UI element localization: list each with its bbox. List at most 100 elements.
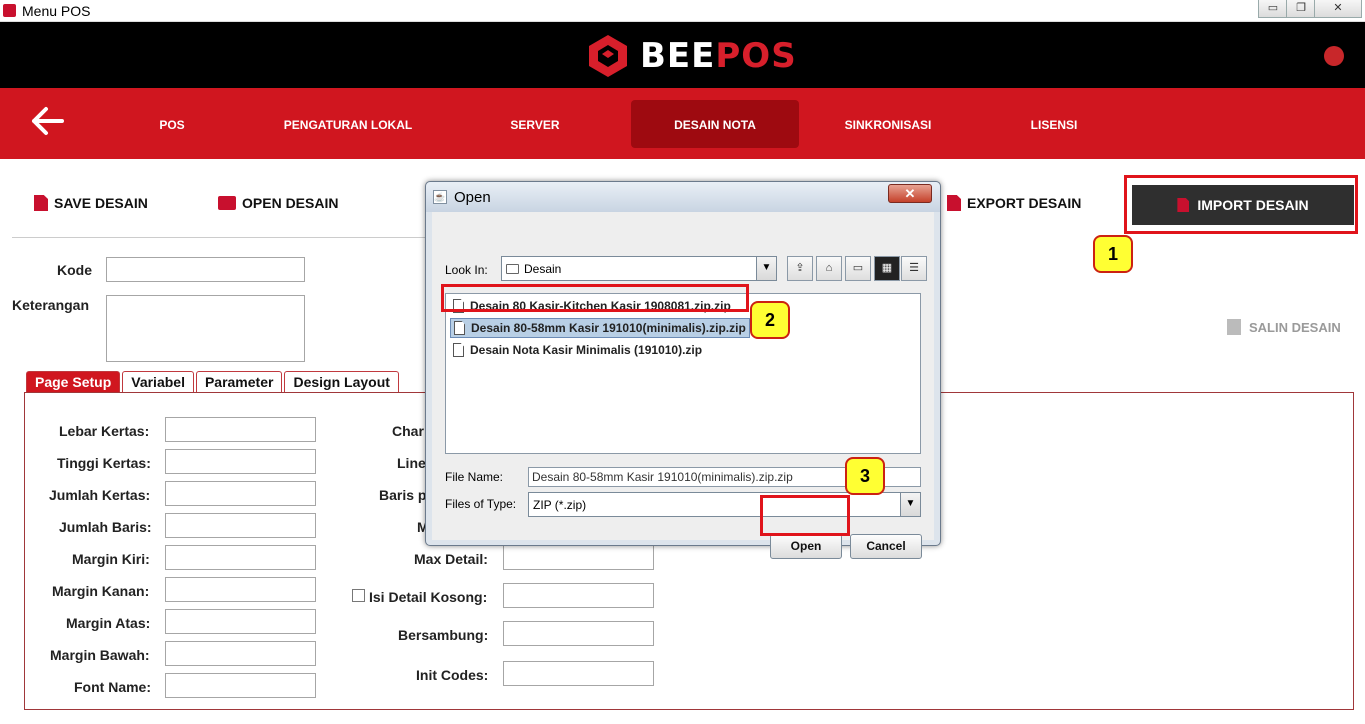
font-name-input[interactable]	[165, 673, 316, 698]
step-badge-3: 3	[845, 457, 885, 495]
file-list: Desain 80 Kasir-Kitchen Kasir 1908081.zi…	[445, 293, 921, 454]
step-badge-2: 2	[750, 301, 790, 339]
details-view-icon[interactable]: ☰	[901, 256, 927, 281]
save-desain-button[interactable]: SAVE DESAIN	[34, 195, 148, 211]
kode-input[interactable]	[106, 257, 305, 282]
lebar-kertas-input[interactable]	[165, 417, 316, 442]
app-icon	[3, 4, 16, 17]
margin-kanan-label: Margin Kanan:	[52, 583, 150, 599]
chevron-down-icon[interactable]: ▼	[900, 493, 920, 516]
margin-atas-label: Margin Atas:	[66, 615, 151, 631]
dialog-title: Open	[454, 189, 491, 206]
nav-pos[interactable]: POS	[140, 88, 204, 159]
chevron-down-icon[interactable]: ▼	[756, 257, 776, 280]
beepos-logo: BEEPOS	[586, 32, 796, 78]
file-icon	[34, 195, 48, 211]
file-item-selected[interactable]: Desain 80-58mm Kasir 191010(minimalis).z…	[450, 318, 750, 338]
home-folder-icon[interactable]: ⌂	[816, 256, 842, 281]
minimize-button[interactable]: ▭	[1258, 0, 1288, 18]
file-icon	[453, 343, 464, 357]
tab-variabel[interactable]: Variabel	[122, 371, 194, 393]
folder-small-icon	[506, 264, 519, 274]
design-tabs: Page Setup Variabel Parameter Design Lay…	[26, 371, 401, 393]
export-file-icon	[947, 195, 961, 211]
lebar-kertas-label: Lebar Kertas:	[59, 423, 150, 439]
files-of-type-combo[interactable]: ZIP (*.zip) ▼	[528, 492, 921, 517]
window-titlebar: Menu POS ▭ ❐ ✕	[0, 0, 1365, 22]
nav-pengaturan-lokal[interactable]: PENGATURAN LOKAL	[268, 88, 428, 159]
import-file-icon	[1177, 198, 1190, 212]
isi-detail-kosong-label: Isi Detail Kosong:	[369, 589, 488, 605]
margin-kiri-label: Margin Kiri:	[72, 551, 150, 567]
kode-label: Kode	[57, 262, 92, 278]
dialog-close-button[interactable]: ✕	[888, 184, 932, 203]
max-detail-label: Max Detail:	[414, 551, 488, 567]
jumlah-kertas-label: Jumlah Kertas:	[49, 487, 151, 503]
init-codes-label: Init Codes:	[416, 667, 489, 683]
max-detail-input[interactable]	[503, 545, 654, 570]
file-icon	[454, 321, 465, 335]
jumlah-kertas-input[interactable]	[165, 481, 316, 506]
import-desain-button[interactable]: IMPORT DESAIN	[1132, 185, 1354, 225]
bersambung-label: Bersambung:	[398, 627, 489, 643]
copy-icon	[1227, 319, 1241, 335]
tab-page-setup[interactable]: Page Setup	[26, 371, 121, 393]
keterangan-label: Keterangan	[12, 297, 90, 313]
hexagon-logo-icon	[589, 35, 627, 77]
font-name-label: Font Name:	[74, 679, 151, 695]
tinggi-kertas-label: Tinggi Kertas:	[57, 455, 151, 471]
margin-kiri-input[interactable]	[165, 545, 316, 570]
margin-atas-input[interactable]	[165, 609, 316, 634]
nav-sinkronisasi[interactable]: SINKRONISASI	[828, 88, 948, 159]
init-codes-input[interactable]	[503, 661, 654, 686]
maximize-button[interactable]: ❐	[1286, 0, 1316, 18]
margin-bawah-label: Margin Bawah:	[50, 647, 150, 663]
salin-desain-button[interactable]: SALIN DESAIN	[1227, 319, 1341, 335]
selected-file-highlight	[441, 284, 749, 312]
brand-bar: BEEPOS	[0, 22, 1365, 88]
files-of-type-label: Files of Type:	[445, 497, 517, 511]
margin-kanan-input[interactable]	[165, 577, 316, 602]
open-button-highlight	[760, 495, 850, 536]
step-badge-1: 1	[1093, 235, 1133, 273]
back-arrow-icon[interactable]	[30, 106, 70, 140]
nav-server[interactable]: SERVER	[490, 88, 580, 159]
nav-lisensi[interactable]: LISENSI	[1010, 88, 1098, 159]
open-button[interactable]: Open	[770, 534, 842, 559]
export-desain-button[interactable]: EXPORT DESAIN	[947, 195, 1081, 211]
cancel-button[interactable]: Cancel	[850, 534, 922, 559]
isi-detail-kosong-checkbox[interactable]	[352, 589, 365, 602]
window-title: Menu POS	[22, 3, 91, 19]
look-in-label: Look In:	[445, 263, 488, 277]
up-folder-icon[interactable]: ⇪	[787, 256, 813, 281]
isi-detail-kosong-input[interactable]	[503, 583, 654, 608]
look-in-combo[interactable]: Desain ▼	[501, 256, 777, 281]
file-item[interactable]: Desain Nota Kasir Minimalis (191010).zip	[450, 340, 705, 360]
main-nav: POS PENGATURAN LOKAL SERVER DESAIN NOTA …	[0, 88, 1365, 159]
new-folder-icon[interactable]: ▭	[845, 256, 871, 281]
jumlah-baris-input[interactable]	[165, 513, 316, 538]
folder-icon	[218, 196, 236, 210]
status-dot	[1324, 46, 1344, 66]
import-highlight: IMPORT DESAIN	[1124, 175, 1358, 234]
nav-desain-nota[interactable]: DESAIN NOTA	[631, 100, 799, 148]
logo-text-bee: BEE	[640, 36, 716, 76]
keterangan-input[interactable]	[106, 295, 305, 362]
tinggi-kertas-input[interactable]	[165, 449, 316, 474]
list-view-icon[interactable]: ▦	[874, 256, 900, 281]
close-window-button[interactable]: ✕	[1314, 0, 1362, 18]
java-icon: ☕	[433, 190, 447, 204]
jumlah-baris-label: Jumlah Baris:	[59, 519, 152, 535]
margin-bawah-input[interactable]	[165, 641, 316, 666]
open-desain-button[interactable]: OPEN DESAIN	[218, 195, 338, 211]
toolbar-divider	[12, 237, 442, 238]
char-label-partial: Char	[392, 423, 424, 439]
tab-design-layout[interactable]: Design Layout	[284, 371, 399, 393]
logo-text-pos: POS	[715, 36, 797, 76]
baris-label-partial: Baris p	[379, 487, 427, 503]
dialog-titlebar: ☕ Open ✕	[426, 182, 940, 212]
file-name-label: File Name:	[445, 470, 504, 484]
bersambung-input[interactable]	[503, 621, 654, 646]
line-label-partial: Line	[397, 455, 426, 471]
tab-parameter[interactable]: Parameter	[195, 371, 283, 393]
